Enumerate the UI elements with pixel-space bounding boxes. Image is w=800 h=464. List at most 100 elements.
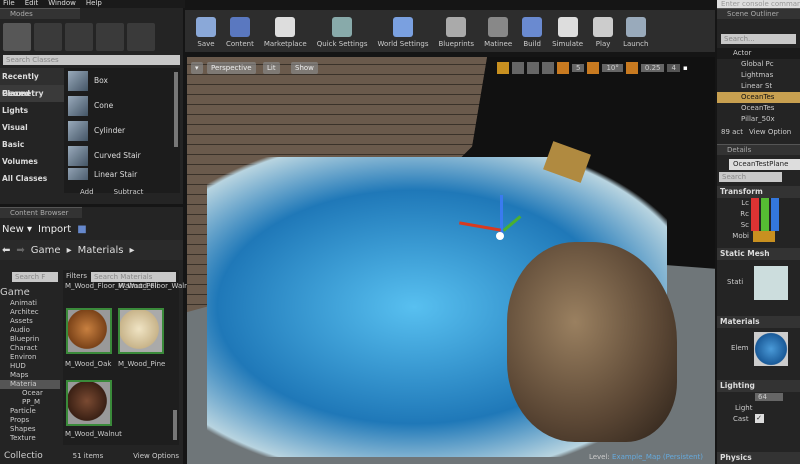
materials-section[interactable]: Materials: [717, 316, 800, 328]
details-search-input[interactable]: Search: [719, 172, 782, 182]
tree-folder[interactable]: Environ: [0, 353, 60, 362]
tree-folder[interactable]: Particle: [0, 407, 60, 416]
toolbar-build-button[interactable]: Build: [517, 10, 547, 52]
tree-folder[interactable]: Materia: [0, 380, 60, 389]
search-classes-input[interactable]: Search Classes: [3, 55, 180, 65]
outliner-actor-row[interactable]: Global Pc: [717, 59, 800, 70]
search-materials-input[interactable]: Search Materials: [90, 272, 176, 282]
toolbar-marketplace-button[interactable]: Marketplace: [259, 10, 312, 52]
class-item[interactable]: Linear Stair: [64, 168, 180, 180]
filters-button[interactable]: Filters: [66, 272, 87, 282]
scale-icon[interactable]: [527, 62, 539, 74]
transform-label[interactable]: Rc: [721, 209, 749, 220]
static-mesh-thumbnail[interactable]: [754, 266, 788, 300]
menu-edit[interactable]: Edit: [25, 0, 39, 8]
mobility-static-button[interactable]: [753, 231, 775, 242]
toolbar-save-button[interactable]: Save: [191, 10, 221, 52]
toolbar-world-settings-button[interactable]: World Settings: [372, 10, 433, 52]
foliage-mode-icon[interactable]: [96, 23, 124, 51]
y-field[interactable]: [761, 220, 769, 231]
place-mode-icon[interactable]: [3, 23, 31, 51]
asset-thumbnail-oak[interactable]: [66, 308, 112, 354]
world-local-icon[interactable]: [542, 62, 554, 74]
menu-file[interactable]: File: [3, 0, 15, 8]
paint-mode-icon[interactable]: [34, 23, 62, 51]
category-visual[interactable]: Visual: [0, 119, 64, 136]
tree-folder[interactable]: Texture: [0, 434, 60, 443]
grid-snap-value[interactable]: 5: [572, 64, 585, 72]
tree-folder[interactable]: Props: [0, 416, 60, 425]
maximize-icon[interactable]: ▪: [683, 64, 688, 72]
outliner-view-options[interactable]: View Option: [749, 127, 791, 138]
asset-label[interactable]: M_Wood_Floor_Walnut_Poli: [65, 282, 158, 291]
asset-label[interactable]: M_Wood_Pine: [118, 360, 173, 369]
actor-column-header[interactable]: Actor: [717, 48, 800, 59]
tree-search-input[interactable]: Search F: [12, 272, 58, 282]
outliner-actor-row[interactable]: Linear St: [717, 81, 800, 92]
scrollbar[interactable]: [173, 410, 177, 440]
viewport-menu-button[interactable]: ▾: [191, 62, 203, 74]
class-item[interactable]: Cylinder: [64, 118, 180, 143]
content-browser-tab[interactable]: Content Browser: [0, 207, 82, 218]
scale-snap-icon[interactable]: [625, 62, 638, 74]
toolbar-blueprints-button[interactable]: Blueprints: [433, 10, 479, 52]
lit-button[interactable]: Lit: [263, 62, 280, 74]
static-mesh-section[interactable]: Static Mesh: [717, 248, 800, 260]
tree-folder[interactable]: Charact: [0, 344, 60, 353]
category-all-classes[interactable]: All Classes: [0, 170, 64, 187]
tree-folder[interactable]: Animati: [0, 299, 60, 308]
rotation-snap-value[interactable]: 10°: [602, 64, 623, 72]
category-recently-placed[interactable]: Recently Placed: [0, 68, 64, 98]
translate-icon[interactable]: [497, 62, 509, 74]
tree-folder[interactable]: PP_M: [0, 398, 60, 407]
gizmo-pivot[interactable]: [496, 232, 504, 240]
x-field[interactable]: [751, 198, 759, 209]
category-basic[interactable]: Basic: [0, 136, 64, 153]
physics-section[interactable]: Physics: [717, 452, 800, 464]
actor-name-field[interactable]: OceanTestPlane: [729, 159, 800, 170]
add-toggle[interactable]: Add: [80, 188, 94, 196]
toolbar-launch-button[interactable]: Launch: [618, 10, 653, 52]
y-field[interactable]: [761, 198, 769, 209]
back-arrow-icon[interactable]: ⬅: [2, 245, 10, 256]
grid-snap-icon[interactable]: [557, 62, 569, 74]
category-geometry[interactable]: Geometry: [0, 85, 64, 102]
show-button[interactable]: Show: [291, 62, 318, 74]
y-field[interactable]: [761, 209, 769, 220]
save-all-icon[interactable]: ■: [77, 224, 86, 235]
import-button[interactable]: Import: [38, 224, 71, 235]
outliner-search-input[interactable]: Search...: [721, 34, 796, 44]
transform-label[interactable]: Sc: [721, 220, 749, 231]
tree-folder[interactable]: HUD: [0, 362, 60, 371]
new-button[interactable]: New ▾: [2, 224, 32, 235]
tree-folder[interactable]: Maps: [0, 371, 60, 380]
cast-shadow-checkbox[interactable]: ✓: [754, 414, 764, 423]
scale-snap-value[interactable]: 0.25: [640, 64, 665, 72]
outliner-actor-row[interactable]: OceanTes: [717, 103, 800, 114]
class-item[interactable]: Box: [64, 68, 180, 93]
scrollbar[interactable]: [174, 72, 178, 147]
transform-section[interactable]: Transform: [717, 186, 800, 198]
tree-folder[interactable]: Blueprin: [0, 335, 60, 344]
category-lights[interactable]: Lights: [0, 102, 64, 119]
console-input[interactable]: Enter console command: [717, 0, 800, 8]
toolbar-quick-settings-button[interactable]: Quick Settings: [312, 10, 373, 52]
asset-thumbnail-pine[interactable]: [118, 308, 164, 354]
landscape-mode-icon[interactable]: [65, 23, 93, 51]
outliner-actor-row[interactable]: OceanTes: [717, 92, 800, 103]
tree-folder[interactable]: Architec: [0, 308, 60, 317]
toolbar-simulate-button[interactable]: Simulate: [547, 10, 588, 52]
tree-folder[interactable]: Assets: [0, 317, 60, 326]
rotate-icon[interactable]: [512, 62, 524, 74]
z-field[interactable]: [771, 198, 779, 209]
light-row[interactable]: Light: [717, 403, 800, 414]
tree-folder[interactable]: Audio: [0, 326, 60, 335]
z-field[interactable]: [771, 209, 779, 220]
material-thumbnail[interactable]: [754, 332, 788, 366]
class-item[interactable]: Curved Stair: [64, 143, 180, 168]
toolbar-play-button[interactable]: Play: [588, 10, 618, 52]
rotation-snap-icon[interactable]: [587, 62, 600, 74]
asset-label[interactable]: M_Wood_Oak: [65, 360, 120, 369]
menu-help[interactable]: Help: [86, 0, 102, 8]
transform-label[interactable]: Lc: [721, 198, 749, 209]
